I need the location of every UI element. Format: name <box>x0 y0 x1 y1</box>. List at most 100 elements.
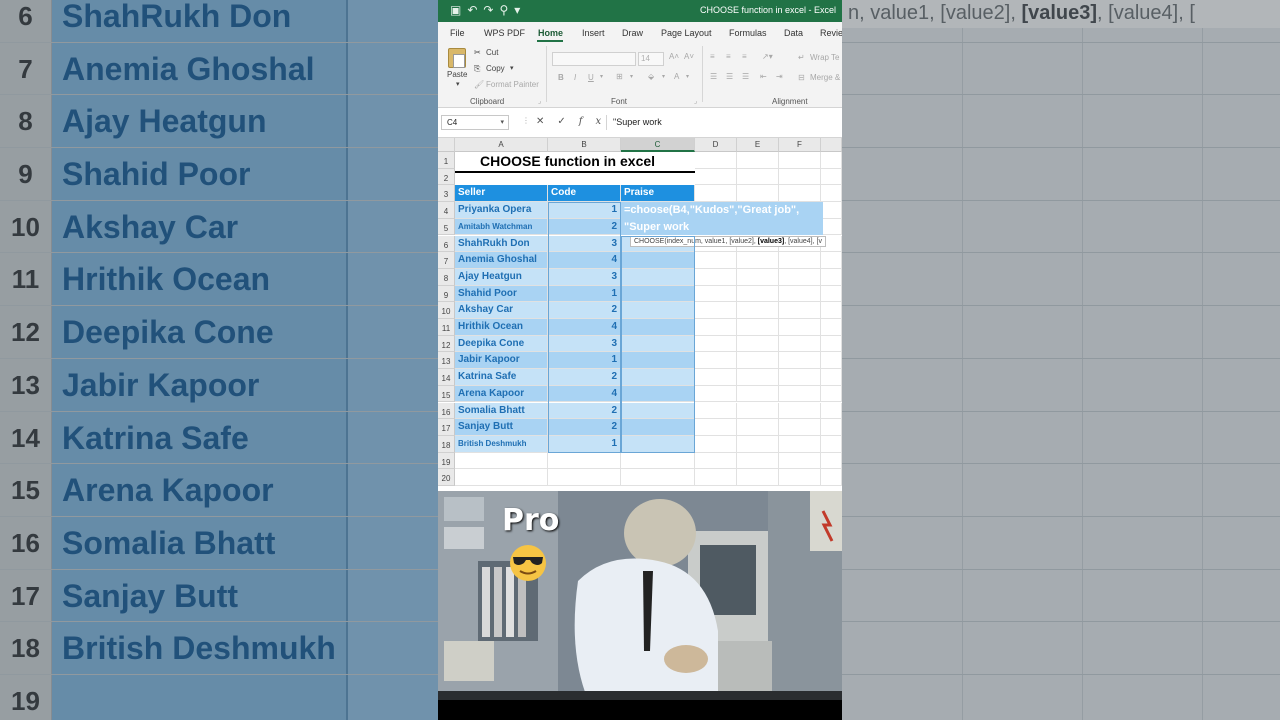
cut-button[interactable]: Cut <box>486 48 498 57</box>
format-painter-button[interactable]: Format Painter <box>486 80 539 89</box>
empty-cell[interactable] <box>737 185 779 203</box>
paste-dropdown-icon[interactable]: ▾ <box>456 80 460 88</box>
empty-cell[interactable] <box>737 469 779 486</box>
empty-cell[interactable] <box>779 402 821 420</box>
empty-cell[interactable] <box>821 335 842 353</box>
empty-cell[interactable] <box>821 385 842 403</box>
empty-cell[interactable] <box>737 268 779 286</box>
seller-cell[interactable]: Anemia Ghoshal <box>455 252 548 269</box>
empty-cell[interactable] <box>695 302 737 319</box>
seller-cell[interactable]: ShahRukh Don <box>455 235 548 253</box>
align-bottom-icon[interactable]: ≡ <box>742 52 747 61</box>
paste-button[interactable]: Paste <box>447 70 467 79</box>
paint-icon[interactable]: ⚲ <box>499 3 514 17</box>
font-color-dropdown-icon[interactable]: ▾ <box>686 73 689 80</box>
copy-button[interactable]: Copy <box>486 64 505 73</box>
font-color-icon[interactable]: A <box>674 72 679 81</box>
empty-cell[interactable] <box>821 168 842 186</box>
empty-cell[interactable] <box>779 335 821 353</box>
customize-icon[interactable]: ▾ <box>514 3 526 17</box>
row-header[interactable]: 10 <box>438 302 455 319</box>
empty-cell[interactable] <box>779 369 821 386</box>
redo-icon[interactable]: ↷ <box>483 3 499 17</box>
cancel-icon[interactable]: ✕ <box>536 116 557 127</box>
formula-input[interactable]: "Super work <box>606 115 842 130</box>
orientation-icon[interactable]: ↗▾ <box>762 52 773 61</box>
font-launcher-icon[interactable]: ⌟ <box>694 97 697 105</box>
row-header[interactable]: 19 <box>438 452 455 470</box>
empty-cell[interactable] <box>821 319 842 336</box>
empty-cell[interactable] <box>821 352 842 370</box>
column-header-e[interactable]: E <box>737 138 779 152</box>
grow-font-icon[interactable]: A˄ <box>669 52 679 61</box>
tab-home[interactable]: Home <box>538 28 563 38</box>
seller-cell[interactable]: Arena Kapoor <box>455 385 548 403</box>
empty-cell[interactable] <box>779 419 821 436</box>
empty-cell[interactable] <box>737 252 779 269</box>
row-header[interactable]: 14 <box>438 369 455 386</box>
empty-cell[interactable] <box>821 185 842 203</box>
copy-icon[interactable]: ⎘ <box>474 64 480 74</box>
empty-cell[interactable] <box>821 419 842 436</box>
copy-dropdown-icon[interactable]: ▾ <box>510 64 514 72</box>
row-header[interactable]: 20 <box>438 469 455 486</box>
empty-cell[interactable] <box>695 352 737 370</box>
format-painter-icon[interactable]: 🖌 <box>474 80 484 89</box>
empty-cell[interactable] <box>737 435 779 453</box>
empty-cell[interactable] <box>737 385 779 403</box>
bold-icon[interactable]: B <box>558 73 564 82</box>
empty-cell[interactable] <box>695 335 737 353</box>
empty-cell[interactable] <box>695 152 737 169</box>
empty-cell[interactable] <box>695 469 737 486</box>
empty-cell[interactable] <box>695 319 737 336</box>
empty-cell[interactable] <box>737 369 779 386</box>
empty-cell[interactable] <box>695 419 737 436</box>
empty-cell[interactable] <box>821 218 842 236</box>
empty-cell[interactable] <box>779 352 821 370</box>
tab-draw[interactable]: Draw <box>622 28 643 38</box>
increase-indent-icon[interactable]: ⇥ <box>776 72 783 81</box>
empty-cell[interactable] <box>737 352 779 370</box>
row-header[interactable]: 1 <box>438 152 455 169</box>
row-header[interactable]: 11 <box>438 319 455 336</box>
merge-icon[interactable]: ⊟ <box>798 73 805 82</box>
select-all-corner[interactable] <box>438 138 455 152</box>
empty-cell[interactable] <box>779 302 821 319</box>
font-name-field[interactable] <box>552 52 636 66</box>
column-header-d[interactable]: D <box>695 138 737 152</box>
empty-cell[interactable] <box>695 168 737 186</box>
wrap-text-button[interactable]: Wrap Te <box>810 53 840 62</box>
empty-cell[interactable] <box>779 452 821 470</box>
row-header[interactable]: 16 <box>438 402 455 420</box>
empty-cell[interactable] <box>621 469 695 486</box>
empty-cell[interactable] <box>737 285 779 303</box>
seller-cell[interactable]: Amitabh Watchman <box>455 218 548 236</box>
row-header[interactable]: 13 <box>438 352 455 370</box>
seller-cell[interactable]: Sanjay Butt <box>455 419 548 436</box>
clipboard-launcher-icon[interactable]: ⌟ <box>538 97 541 105</box>
borders-dropdown-icon[interactable]: ▾ <box>630 73 633 80</box>
underline-icon[interactable]: U <box>588 73 594 82</box>
tab-page-layout[interactable]: Page Layout <box>661 28 712 38</box>
header-code[interactable]: Code <box>548 185 621 203</box>
seller-cell[interactable]: Deepika Cone <box>455 335 548 353</box>
merge-button[interactable]: Merge & <box>810 73 840 82</box>
font-size-field[interactable]: 14 <box>638 52 664 66</box>
borders-icon[interactable]: ⊞ <box>616 72 623 81</box>
empty-cell[interactable] <box>737 302 779 319</box>
seller-cell[interactable]: Jabir Kapoor <box>455 352 548 370</box>
row-header[interactable]: 15 <box>438 385 455 403</box>
fill-dropdown-icon[interactable]: ▾ <box>662 73 665 80</box>
empty-cell[interactable] <box>779 319 821 336</box>
wrap-text-icon[interactable]: ↵ <box>798 53 805 62</box>
empty-cell[interactable] <box>779 435 821 453</box>
paste-icon[interactable] <box>448 48 466 68</box>
italic-icon[interactable]: I <box>574 73 576 82</box>
empty-cell[interactable] <box>779 185 821 203</box>
empty-cell[interactable] <box>695 452 737 470</box>
empty-cell[interactable] <box>695 252 737 269</box>
row-header[interactable]: 6 <box>438 235 455 253</box>
empty-cell[interactable] <box>821 202 842 219</box>
seller-cell[interactable]: Priyanka Opera <box>455 202 548 219</box>
seller-cell[interactable]: Ajay Heatgun <box>455 268 548 286</box>
